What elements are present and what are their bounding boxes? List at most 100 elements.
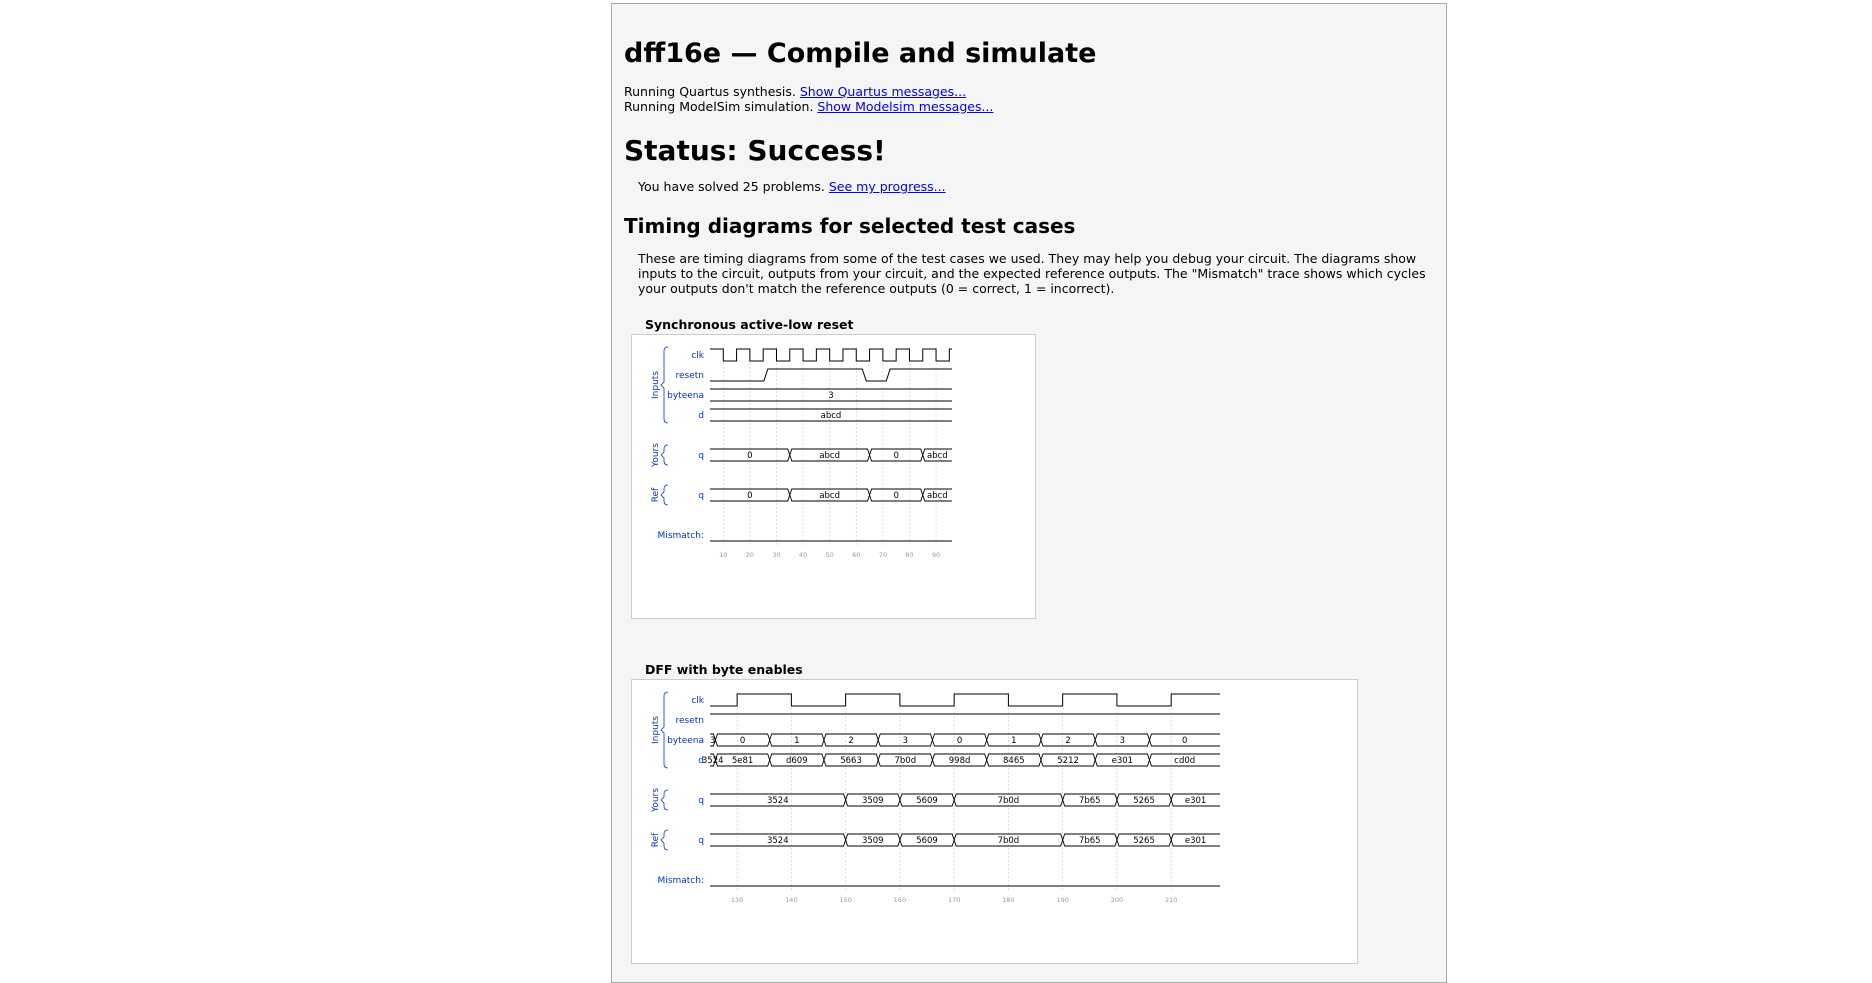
inputs-group-label-brace	[660, 691, 669, 769]
signal-label-ref-q: q	[698, 836, 704, 846]
tick-label: 20	[746, 551, 754, 559]
inputs-d-value: 5212	[1057, 756, 1079, 766]
signal-label-clk: clk	[691, 351, 704, 361]
inputs-byteena-value: 1	[794, 736, 799, 746]
signal-label-inputs-byteena: byteena	[667, 391, 704, 401]
diagram-2-title: DFF with byte enables	[645, 662, 803, 677]
inputs-d-value: 998d	[949, 756, 971, 766]
tick-label: 60	[852, 551, 860, 559]
tick-label: 40	[799, 551, 807, 559]
show-modelsim-messages-link[interactable]: Show Modelsim messages...	[817, 99, 993, 114]
tick-label: 10	[719, 551, 727, 559]
clk-trace	[710, 348, 952, 362]
quartus-message-text: Running Quartus synthesis.	[624, 84, 796, 99]
inputs-d-value: 3524	[702, 756, 724, 766]
yours-q-value: 5609	[916, 796, 938, 806]
tick-label: 70	[879, 551, 887, 559]
modelsim-message: Running ModelSim simulation. Show Models…	[624, 99, 993, 114]
ref-q-value: abcd	[927, 491, 948, 501]
tick-label: 140	[785, 896, 797, 904]
ref-q-value: 0	[893, 491, 898, 501]
tick-label: 90	[932, 551, 940, 559]
yours-q-value: 5265	[1133, 796, 1155, 806]
diagram-1-title: Synchronous active-low reset	[645, 317, 854, 332]
tick-label: 80	[905, 551, 913, 559]
ref-q-value: 3524	[767, 836, 789, 846]
yours-q-value: 0	[747, 451, 752, 461]
inputs-byteena-value: 3	[710, 736, 715, 746]
inputs-d-value: 5663	[840, 756, 862, 766]
tick-label: 170	[948, 896, 960, 904]
tick-label: 160	[894, 896, 906, 904]
inputs-byteena-value: 2	[1065, 736, 1070, 746]
status-heading: Status: Success!	[624, 134, 886, 167]
inputs-d-value: cd0d	[1174, 756, 1195, 766]
yours-group-label-brace	[660, 789, 669, 811]
show-quartus-messages-link[interactable]: Show Quartus messages...	[800, 84, 966, 99]
signal-label-inputs-byteena: byteena	[667, 736, 704, 746]
inputs-d-value: e301	[1112, 756, 1133, 766]
yours-group-label: Yours	[651, 443, 661, 468]
signal-label-yours-q: q	[698, 451, 704, 461]
signal-label-clk: clk	[691, 696, 704, 706]
ref-q-value: 7b0d	[998, 836, 1020, 846]
inputs-byteena-value: 3	[1120, 736, 1125, 746]
yours-q-value: abcd	[819, 451, 840, 461]
ref-q-value: e301	[1185, 836, 1206, 846]
content-panel: dff16e — Compile and simulate Running Qu…	[611, 3, 1447, 983]
modelsim-message-text: Running ModelSim simulation.	[624, 99, 814, 114]
yours-group-label: Yours	[651, 788, 661, 813]
see-progress-link[interactable]: See my progress...	[829, 179, 946, 194]
inputs-d-value: 7b0d	[895, 756, 917, 766]
signal-label-resetn: resetn	[676, 716, 705, 726]
yours-group-label-brace	[660, 444, 669, 466]
yours-q-value: 3524	[767, 796, 789, 806]
diagram-1-waveform: 10 20 30 40 50 60 70 80 90InputsYoursRefMismatch…	[651, 346, 952, 559]
timing-heading: Timing diagrams for selected test cases	[624, 214, 1076, 238]
mismatch-label: Mismatch:	[658, 531, 704, 541]
yours-q-value: e301	[1185, 796, 1206, 806]
tick-label: 50	[826, 551, 834, 559]
ref-group-label-brace	[660, 829, 669, 851]
tick-label: 200	[1111, 896, 1123, 904]
ref-q-value: 7b65	[1079, 836, 1101, 846]
tick-label: 130	[731, 896, 743, 904]
diagram-2-waveform: 130 140 150 160 170 180 190 200 210InputsYoursRe…	[651, 691, 1220, 904]
quartus-message: Running Quartus synthesis. Show Quartus …	[624, 84, 966, 99]
solved-text: You have solved 25 problems.	[638, 179, 825, 194]
inputs-d-value: 8465	[1003, 756, 1025, 766]
signal-label-ref-q: q	[698, 491, 704, 501]
diagram-2-box: 130 140 150 160 170 180 190 200 210 Inputs Yours Re…	[631, 679, 1358, 964]
timing-description: These are timing diagrams from some of t…	[638, 251, 1426, 296]
diagram-1-box: 10 20 30 40 50 60 70 80 90 Inputs Yours Ref Mismatch…	[631, 334, 1036, 619]
inputs-group-label-brace	[660, 346, 669, 424]
inputs-group-label: Inputs	[651, 371, 661, 399]
mismatch-label: Mismatch:	[658, 876, 704, 886]
tick-label: 150	[839, 896, 851, 904]
ref-group-label: Ref	[651, 832, 661, 847]
signal-label-yours-q: q	[698, 796, 704, 806]
tick-label: 190	[1056, 896, 1068, 904]
signal-label-resetn: resetn	[676, 371, 705, 381]
tick-label: 210	[1165, 896, 1177, 904]
yours-q-value: 7b0d	[998, 796, 1020, 806]
ref-q-value: 3509	[862, 836, 884, 846]
inputs-byteena-value: 3	[903, 736, 908, 746]
inputs-d-value: d609	[786, 756, 808, 766]
inputs-byteena-value: 3	[828, 391, 833, 401]
inputs-byteena-value: 0	[957, 736, 962, 746]
tick-label: 30	[772, 551, 780, 559]
yours-q-value: 7b65	[1079, 796, 1101, 806]
inputs-d-value: 5e81	[732, 756, 753, 766]
inputs-byteena-value: 0	[740, 736, 745, 746]
signal-label-inputs-d: d	[698, 411, 704, 421]
resetn-trace	[710, 368, 952, 382]
yours-q-value: abcd	[927, 451, 948, 461]
ref-q-value: 5265	[1133, 836, 1155, 846]
ref-q-value: 5609	[916, 836, 938, 846]
solved-count: You have solved 25 problems. See my prog…	[638, 179, 946, 194]
tick-label: 180	[1002, 896, 1014, 904]
ref-q-value: 0	[747, 491, 752, 501]
ref-group-label: Ref	[651, 487, 661, 502]
page-title: dff16e — Compile and simulate	[624, 38, 1097, 69]
